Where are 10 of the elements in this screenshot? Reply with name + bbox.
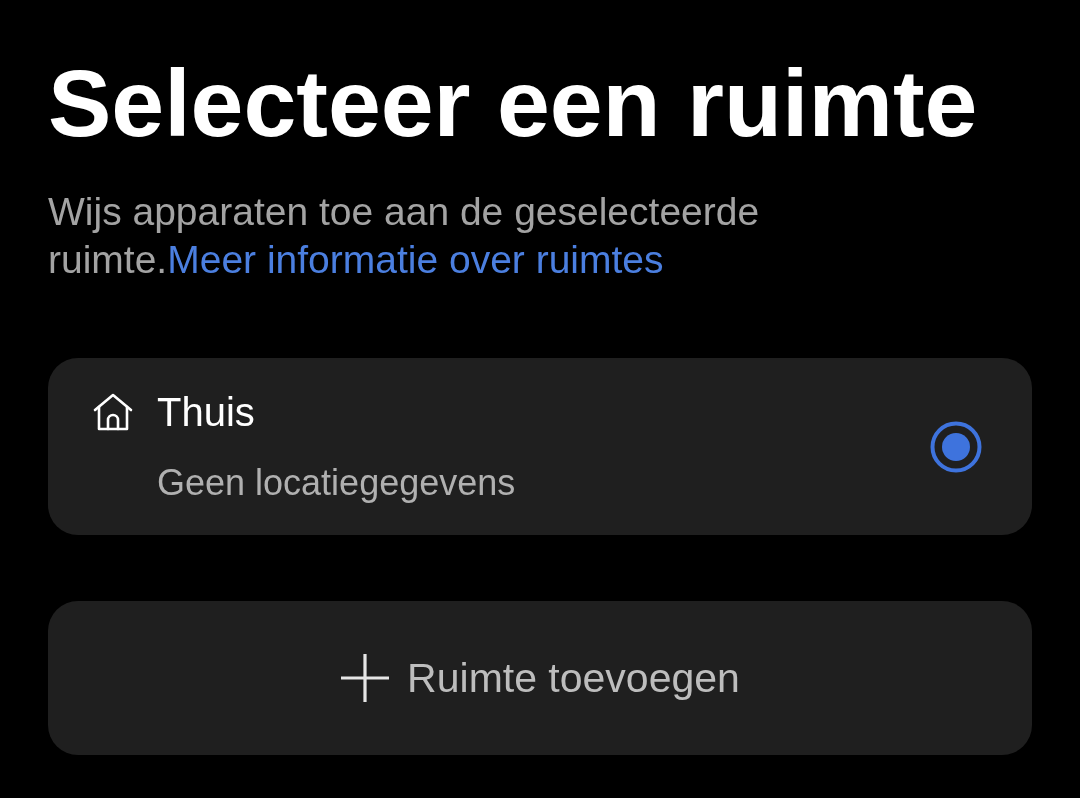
room-name: Thuis bbox=[157, 389, 255, 436]
page-title: Selecteer een ruimte bbox=[48, 49, 978, 158]
radio-button[interactable] bbox=[930, 420, 982, 473]
info-link[interactable]: Meer informatie over ruimtes bbox=[167, 238, 664, 281]
plus-icon bbox=[340, 653, 391, 703]
room-item[interactable]: Thuis Geen locatiegegevens bbox=[48, 358, 1032, 535]
description-text: Wijs apparaten toe aan de geselecteerde ruimte.Meer informatie over ruimtes bbox=[48, 189, 761, 283]
add-room-button[interactable]: Ruimte toevoegen bbox=[48, 601, 1032, 755]
house-icon bbox=[93, 393, 133, 431]
room-detail: Geen locatiegegevens bbox=[157, 461, 517, 505]
